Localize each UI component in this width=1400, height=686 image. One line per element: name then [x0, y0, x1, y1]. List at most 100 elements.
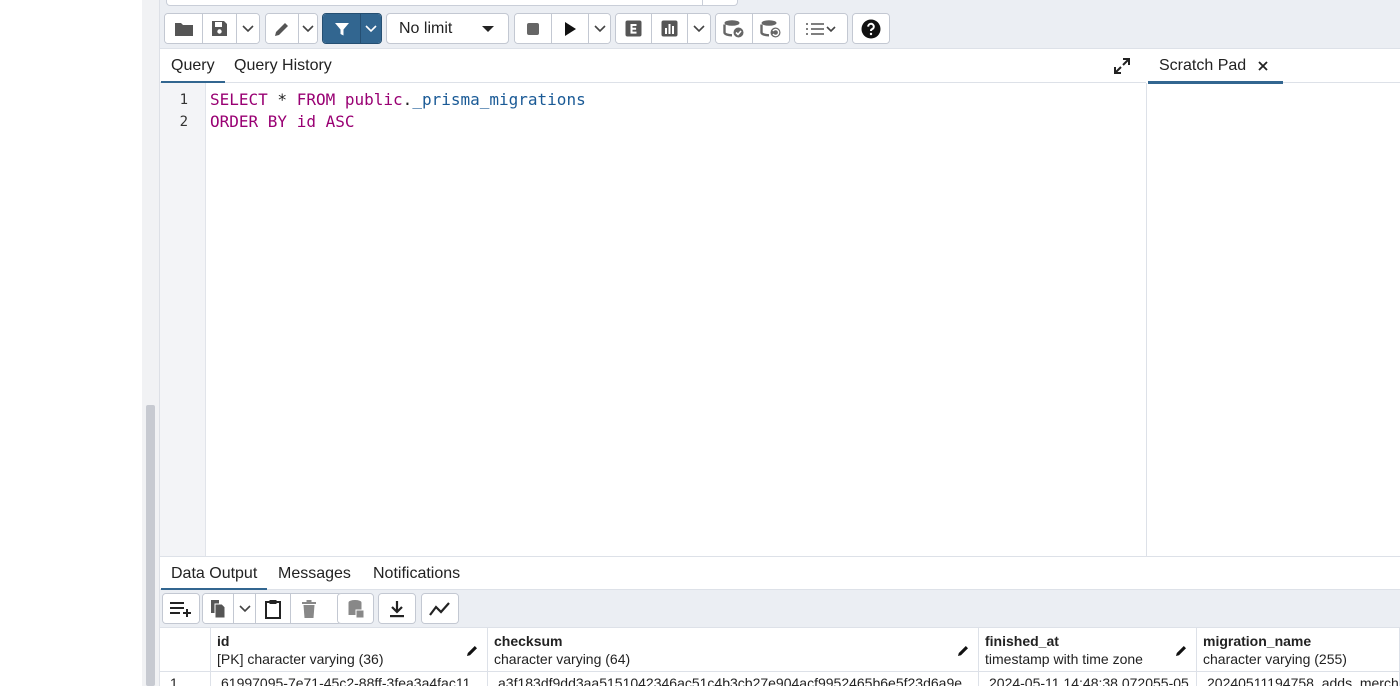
copy-options-dropdown[interactable] — [234, 594, 256, 623]
save-data-button[interactable] — [338, 594, 373, 623]
explain-options-dropdown[interactable] — [688, 14, 710, 43]
line-number: 1 — [179, 92, 188, 108]
explain-icon — [625, 20, 642, 37]
edit-column-icon[interactable] — [466, 644, 479, 657]
save-data-icon — [348, 599, 364, 618]
tab-messages[interactable]: Messages — [278, 557, 351, 590]
edit-pen-icon — [275, 22, 288, 36]
tab-notifications[interactable]: Notifications — [373, 557, 460, 590]
play-icon — [565, 21, 576, 36]
row-limit-value: No limit — [399, 19, 453, 37]
column-type: [PK] character varying (36) — [217, 651, 384, 667]
paste-icon — [265, 599, 281, 619]
table-cell[interactable]: 61997095-7e71-45c2-88ff-3fea3a4fac11 — [211, 672, 488, 686]
open-file-button[interactable] — [165, 14, 203, 43]
folder-icon — [174, 22, 193, 36]
line-chart-icon — [429, 601, 450, 616]
tab-scratch-pad[interactable]: Scratch Pad — [1148, 49, 1283, 84]
download-icon — [390, 600, 404, 617]
pgadmin-query-tool: No limit Query Query History 1 2 SELECT … — [0, 0, 1400, 686]
add-row-button[interactable] — [163, 594, 199, 623]
column-type: character varying (64) — [494, 651, 631, 667]
chevron-down-icon — [693, 24, 705, 32]
copy-button[interactable] — [203, 594, 234, 623]
add-row-icon — [170, 601, 191, 617]
explain-button-group — [615, 13, 711, 44]
edit-button[interactable] — [266, 14, 299, 43]
execute-button[interactable] — [552, 14, 589, 43]
filter-options-dropdown[interactable] — [361, 14, 381, 43]
row-number[interactable]: 1 — [160, 672, 211, 686]
macros-icon — [806, 22, 836, 35]
rollback-icon — [760, 19, 781, 37]
add-row-group — [162, 593, 200, 624]
expand-icon[interactable] — [1112, 56, 1132, 76]
download-button[interactable] — [379, 594, 415, 623]
clipboard-button-group — [202, 593, 342, 624]
code-token: _prisma_migrations — [412, 90, 586, 109]
graph-visualiser-button[interactable] — [422, 594, 458, 623]
commit-button[interactable] — [716, 14, 753, 43]
tab-data-output[interactable]: Data Output — [160, 557, 268, 591]
macros-button-group — [794, 13, 848, 44]
connection-bar[interactable] — [166, 0, 738, 6]
explain-analyze-icon — [661, 20, 678, 37]
column-header[interactable]: finished_at timestamp with time zone — [979, 628, 1197, 672]
column-name: checksum — [494, 633, 563, 649]
trash-icon — [302, 599, 316, 618]
code-token: . — [402, 90, 413, 109]
paste-button[interactable] — [256, 594, 291, 623]
column-header[interactable]: migration_name character varying (255) — [1197, 628, 1400, 672]
column-type: character varying (255) — [1203, 651, 1347, 667]
help-button[interactable] — [853, 14, 889, 43]
code-token: FROM — [296, 90, 336, 109]
edit-options-dropdown[interactable] — [299, 14, 317, 43]
save-icon — [212, 21, 227, 36]
column-name: id — [217, 633, 230, 649]
commit-icon — [723, 19, 744, 37]
code-line: ORDER BY id ASC — [210, 112, 355, 131]
edit-column-icon[interactable] — [1175, 644, 1188, 657]
column-name: finished_at — [985, 633, 1059, 649]
tab-query-history[interactable]: Query History — [234, 49, 332, 83]
column-type: timestamp with time zone — [985, 651, 1143, 667]
execute-options-dropdown[interactable] — [589, 14, 610, 43]
scratch-pad-panel: Scratch Pad — [1148, 49, 1400, 556]
save-options-dropdown[interactable] — [237, 14, 259, 43]
delete-button[interactable] — [291, 594, 327, 623]
code-token: ORDER BY — [210, 112, 288, 131]
close-icon[interactable] — [1255, 58, 1271, 74]
caret-down-icon — [482, 26, 494, 32]
column-header[interactable]: id [PK] character varying (36) — [211, 628, 488, 672]
code-token: public — [344, 90, 403, 109]
filter-button[interactable] — [323, 14, 361, 43]
save-file-button[interactable] — [203, 14, 237, 43]
execute-button-group — [514, 13, 611, 44]
edit-button-group — [265, 13, 318, 44]
macros-button[interactable] — [795, 14, 847, 43]
sql-editor[interactable]: 12 SELECT * FROM public._prisma_migratio… — [160, 83, 1147, 556]
edit-column-icon[interactable] — [957, 644, 970, 657]
line-number-gutter: 12 — [160, 83, 206, 556]
left-scrollbar-thumb[interactable] — [146, 405, 155, 686]
table-cell[interactable]: a3f183df9dd3aa5151042346ac51c4b3cb27e904… — [488, 672, 979, 686]
rollback-button[interactable] — [753, 14, 789, 43]
explain-analyze-button[interactable] — [652, 14, 688, 43]
code-token: * — [267, 90, 297, 109]
download-group — [378, 593, 416, 624]
stop-button[interactable] — [515, 14, 552, 43]
chevron-down-icon — [302, 24, 314, 32]
data-grid: id [PK] character varying (36) checksum cha… — [160, 628, 1400, 686]
scratch-pad-textarea[interactable] — [1148, 84, 1400, 556]
chevron-down-icon — [365, 24, 377, 32]
table-cell[interactable]: 20240511194758_adds_merchant — [1197, 672, 1400, 686]
code-token: id — [296, 112, 316, 131]
scratch-pad-header: Scratch Pad — [1148, 49, 1400, 84]
scratch-pad-title: Scratch Pad — [1159, 57, 1247, 74]
table-cell[interactable]: 2024-05-11 14:48:38.072055-05 — [979, 672, 1197, 686]
column-header[interactable]: checksum character varying (64) — [488, 628, 979, 672]
tab-query[interactable]: Query — [161, 49, 225, 84]
row-limit-select[interactable]: No limit — [386, 13, 509, 44]
explain-button[interactable] — [616, 14, 652, 43]
